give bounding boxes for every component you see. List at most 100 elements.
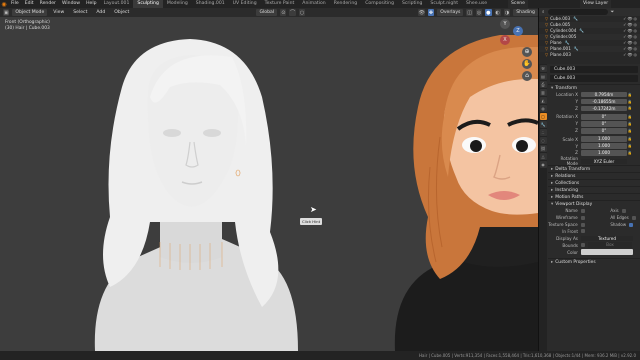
camera-icon[interactable]: ⌂	[522, 71, 532, 81]
menu-window[interactable]: Window	[59, 0, 83, 8]
relations-section[interactable]: ▸ Relations	[548, 172, 640, 179]
xray-icon[interactable]: ◫	[466, 9, 473, 16]
tab-tool-icon[interactable]: ⚒	[539, 65, 547, 72]
lock-icon[interactable]: 🔓	[627, 151, 633, 155]
instancing-section[interactable]: ▸ Instancing	[548, 186, 640, 193]
lock-icon[interactable]: 🔓	[627, 106, 633, 110]
gizmo-axis-y[interactable]: Y	[500, 19, 510, 29]
axis-checkbox[interactable]	[621, 208, 626, 213]
blender-logo-icon[interactable]: ◉	[0, 0, 8, 8]
collections-section[interactable]: ▸ Collections	[548, 179, 640, 186]
editor-type-icon[interactable]: ▣	[3, 9, 10, 16]
tab-texture-paint[interactable]: Texture Paint	[261, 0, 299, 8]
tab-shading[interactable]: Shading.001	[192, 0, 229, 8]
outliner-search-input[interactable]	[547, 9, 608, 15]
bounds-checkbox[interactable]	[581, 243, 585, 248]
view-layer-selector[interactable]: View Layer	[580, 0, 612, 8]
lock-icon[interactable]: 🔓	[627, 122, 633, 126]
display-as-select[interactable]: Textured	[581, 235, 633, 242]
lock-icon[interactable]: 🔓	[627, 144, 633, 148]
pan-hand-icon[interactable]: ✋	[522, 59, 532, 69]
lock-icon[interactable]: 🔓	[627, 129, 633, 133]
menu-edit[interactable]: Edit	[22, 0, 37, 8]
tab-scene-icon[interactable]: ◭	[539, 97, 547, 104]
name-checkbox[interactable]	[580, 208, 585, 213]
menu-render[interactable]: Render	[37, 0, 59, 8]
snap-icon[interactable]: ⌒	[289, 9, 296, 16]
outliner-row[interactable]: ▽ Plane.003 ✓👁◎	[539, 52, 640, 58]
wireframe-checkbox[interactable]	[580, 215, 585, 220]
tab-animation[interactable]: Animation	[298, 0, 329, 8]
rotation-z-field[interactable]: 0°	[581, 127, 627, 134]
bounds-select[interactable]: Box	[588, 242, 632, 249]
custom-properties-section[interactable]: ▸ Custom Properties	[548, 258, 640, 265]
lock-icon[interactable]: 🔓	[627, 100, 633, 104]
menu-view[interactable]: View	[50, 9, 67, 17]
gizmo-axis-z[interactable]: Z	[513, 26, 523, 36]
tab-scripting[interactable]: Scripting	[398, 0, 426, 8]
shading-menu-button[interactable]: Shading	[513, 9, 538, 16]
wireframe-shading-icon[interactable]: ◎	[475, 9, 483, 16]
zoom-icon[interactable]: ⊕	[522, 47, 532, 57]
scene-selector[interactable]: Scene	[508, 0, 529, 8]
tab-particles-icon[interactable]: ∴	[539, 129, 547, 136]
object-name-field[interactable]: Cube.003	[550, 75, 638, 82]
tab-sculpt-night[interactable]: Sculpt.night	[426, 0, 462, 8]
motion-paths-section[interactable]: ▸ Motion Paths	[548, 193, 640, 200]
rendered-shading-icon[interactable]: ◑	[503, 9, 511, 16]
gizmo-axis-x[interactable]: X	[500, 35, 510, 45]
visibility-icon[interactable]: 👁	[418, 9, 425, 16]
lock-icon[interactable]: 🔓	[627, 137, 633, 141]
outliner-filter-icon[interactable]: ⌕	[542, 9, 545, 15]
menu-help[interactable]: Help	[83, 0, 99, 8]
tab-modifier-icon[interactable]: 🔧	[539, 121, 547, 128]
tab-world-icon[interactable]: ◍	[539, 105, 547, 112]
menu-object[interactable]: Object	[111, 9, 132, 17]
tab-material-icon[interactable]: ◉	[539, 161, 547, 168]
tab-physics-icon[interactable]: ◌	[539, 137, 547, 144]
tab-constraints-icon[interactable]: ⛓	[539, 145, 547, 152]
proportional-icon[interactable]: ○	[298, 9, 306, 16]
lock-icon[interactable]: 🔓	[627, 115, 633, 119]
scale-x-field[interactable]: 1.000	[581, 136, 627, 142]
overlays-button[interactable]: Overlays	[437, 9, 464, 16]
tab-shee-use[interactable]: Shee.use	[462, 0, 491, 8]
pivot-icon[interactable]: ⊙	[280, 9, 287, 16]
color-swatch[interactable]	[581, 249, 633, 255]
object-name-header[interactable]: Cube.003	[550, 66, 638, 73]
menu-select[interactable]: Select	[70, 9, 90, 17]
gizmo-toggle-icon[interactable]: ✥	[427, 9, 435, 16]
tab-modeling[interactable]: Modeling	[163, 0, 192, 8]
tab-output-icon[interactable]: ⎙	[539, 81, 547, 88]
location-y-field[interactable]: -0.18655m	[581, 98, 627, 105]
lock-icon[interactable]: 🔓	[627, 93, 633, 97]
rotation-mode-select[interactable]: XYZ Euler	[581, 158, 627, 165]
tab-render-icon[interactable]: ▤	[539, 73, 547, 80]
funnel-icon[interactable]: ⏷	[611, 9, 615, 15]
3d-viewport[interactable]: Front (Orthographic) (30) Hair | Cube.00…	[0, 17, 538, 351]
location-x-field[interactable]: 0.7954m	[581, 91, 627, 98]
tab-layout[interactable]: Layout.001	[100, 0, 134, 8]
mode-selector[interactable]: Object Mode	[12, 9, 48, 16]
delta-transform-section[interactable]: ▸ Delta Transform	[548, 165, 640, 172]
menu-add[interactable]: Add	[93, 9, 108, 17]
viewport-display-section[interactable]: ▾ Viewport Display	[548, 200, 640, 207]
tab-object-icon[interactable]: ▢	[539, 113, 547, 120]
transform-section-header[interactable]: ▾ Transform	[548, 84, 640, 91]
visibility-icons[interactable]: ✓👁◎	[623, 52, 638, 58]
rotation-y-field[interactable]: 0°	[581, 121, 627, 127]
tab-uv-editing[interactable]: UV Editing	[229, 0, 261, 8]
rotation-x-field[interactable]: 0°	[581, 114, 627, 120]
in-front-checkbox[interactable]	[581, 229, 585, 234]
shadow-checkbox[interactable]	[629, 222, 634, 227]
scale-z-field[interactable]: 1.000	[581, 150, 627, 156]
solid-shading-icon[interactable]: ●	[485, 9, 492, 16]
tab-compositing[interactable]: Compositing	[361, 0, 398, 8]
tab-rendering[interactable]: Rendering	[330, 0, 361, 8]
menu-file[interactable]: File	[8, 0, 22, 8]
material-shading-icon[interactable]: ◐	[494, 9, 501, 16]
all-edges-checkbox[interactable]	[631, 215, 636, 220]
tab-view-layer-icon[interactable]: ▥	[539, 89, 547, 96]
tab-data-icon[interactable]: △	[539, 153, 547, 160]
scale-y-field[interactable]: 1.000	[581, 143, 627, 149]
